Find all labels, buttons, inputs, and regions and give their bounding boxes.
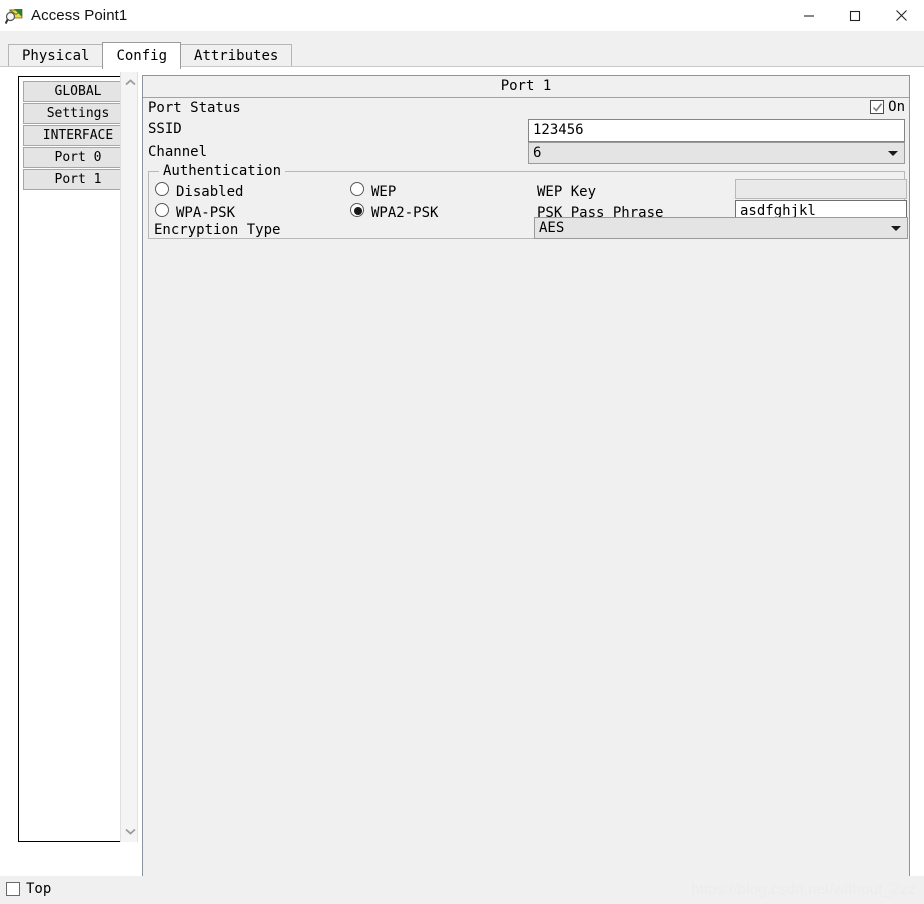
radio-wep[interactable]: [350, 182, 364, 196]
chevron-down-icon[interactable]: [121, 823, 139, 840]
ssid-row: SSID 123456: [143, 119, 909, 142]
tab-attributes[interactable]: Attributes: [180, 44, 293, 68]
chevron-down-icon: [888, 151, 898, 156]
chevron-down-icon: [891, 226, 901, 231]
top-checkbox-group[interactable]: Top: [6, 882, 51, 896]
tab-config[interactable]: Config: [102, 42, 182, 69]
encryption-type-selected-value: AES: [539, 220, 565, 236]
sidebar-scrollbar[interactable]: [120, 72, 138, 842]
port-status-checkbox[interactable]: [870, 100, 885, 114]
radio-selected-dot: [354, 207, 362, 215]
port-status-label: Port Status: [148, 100, 241, 116]
sidebar-item-port-1[interactable]: Port 1: [23, 169, 133, 190]
top-checkbox[interactable]: [6, 882, 20, 896]
encryption-type-select[interactable]: AES: [534, 217, 908, 239]
port-status-row: Port Status On: [143, 98, 909, 119]
channel-selected-value: 6: [533, 145, 542, 161]
tab-physical[interactable]: Physical: [8, 44, 104, 68]
top-checkbox-label: Top: [26, 881, 52, 897]
radio-wpa-psk[interactable]: [155, 203, 169, 217]
radio-wpa-psk-label: WPA-PSK: [176, 205, 236, 221]
radio-wpa2-psk-label: WPA2-PSK: [371, 205, 439, 221]
ssid-input[interactable]: 123456: [528, 119, 905, 142]
radio-disabled-label: Disabled: [176, 184, 244, 200]
radio-wpa2-psk[interactable]: [350, 203, 364, 217]
port-status-toggle[interactable]: On: [870, 100, 905, 114]
channel-row: Channel 6: [143, 142, 909, 164]
config-panel: Port 1 Port Status On SSID 123456 Channe…: [142, 75, 910, 900]
status-bar: Top https://blog.csdn.net/without_Zzz: [0, 876, 924, 904]
authentication-legend: Authentication: [159, 163, 286, 179]
authentication-group: Authentication Disabled WEP WPA-PSK WPA2…: [148, 163, 908, 239]
channel-select[interactable]: 6: [528, 142, 905, 164]
sidebar-item-global[interactable]: GLOBAL: [23, 81, 133, 102]
window-title: Access Point1: [31, 7, 128, 24]
tab-strip: Physical Config Attributes: [0, 31, 924, 69]
watermark: https://blog.csdn.net/without_Zzz: [690, 881, 916, 898]
minimize-icon[interactable]: [786, 0, 832, 31]
sidebar-item-settings[interactable]: Settings: [23, 103, 133, 124]
packet-tracer-icon: [4, 7, 24, 25]
window-controls: [786, 0, 924, 31]
radio-disabled[interactable]: [155, 182, 169, 196]
title-bar: Access Point1: [0, 0, 924, 31]
chevron-up-icon[interactable]: [121, 74, 139, 91]
close-icon[interactable]: [878, 0, 924, 31]
sidebar-item-port-0[interactable]: Port 0: [23, 147, 133, 168]
panel-title: Port 1: [143, 76, 909, 98]
window-body: GLOBAL Settings INTERFACE Port 0 Port 1 …: [0, 66, 924, 900]
wep-key-label: WEP Key: [537, 184, 597, 200]
sidebar-item-interface[interactable]: INTERFACE: [23, 125, 133, 146]
channel-label: Channel: [148, 144, 208, 160]
wep-key-input: [735, 179, 907, 199]
port-status-state-label: On: [888, 99, 905, 115]
encryption-type-label: Encryption Type: [154, 222, 281, 238]
maximize-icon[interactable]: [832, 0, 878, 31]
ssid-label: SSID: [148, 121, 182, 137]
radio-wep-label: WEP: [371, 184, 397, 200]
